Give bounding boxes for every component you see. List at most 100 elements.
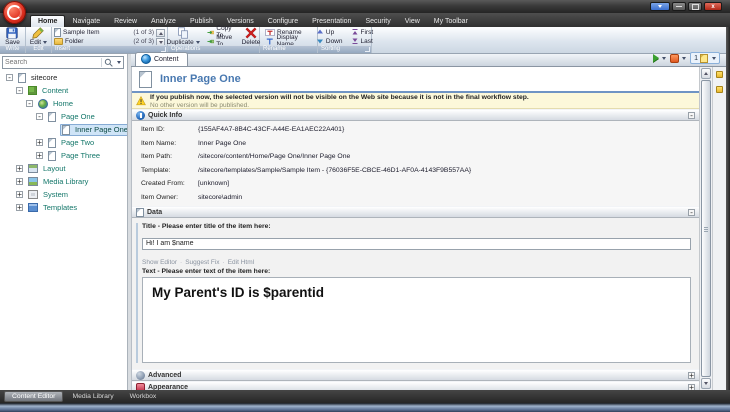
sort-first-button[interactable]: First	[349, 28, 376, 37]
ribbon-tab-my-toolbar[interactable]: My Toolbar	[427, 16, 475, 27]
tree-item-page-three[interactable]: + Page Three	[0, 149, 127, 162]
designer-button[interactable]	[670, 53, 687, 63]
ribbon: Save Write Edit Edit Sample Item (1 of 3…	[0, 25, 730, 54]
ribbon-tab-review[interactable]: Review	[107, 16, 144, 27]
warning-line2: No other version will be published.	[150, 102, 249, 109]
maximize-button[interactable]	[688, 2, 702, 11]
tree-expander[interactable]: +	[16, 191, 23, 199]
document-icon	[48, 150, 56, 161]
ribbon-tab-security[interactable]: Security	[358, 16, 397, 27]
tree-expander[interactable]: +	[16, 178, 23, 186]
statusbar-tab-workbox[interactable]: Workbox	[123, 392, 164, 401]
validation-marker-yellow[interactable]	[716, 86, 723, 93]
section-quick-info[interactable]: Quick Info -	[132, 109, 699, 121]
field-value: {155AF4A7-8B4C-43CF-A44E-EA1AEC22A401}	[198, 126, 345, 134]
ribbon-group-label-edit: Edit	[26, 45, 51, 53]
info-icon	[136, 110, 145, 120]
system-gear-icon	[28, 190, 38, 199]
editor-links: Show Editor · Suggest Fix · Edit Html	[142, 259, 691, 266]
content-tab[interactable]: Content	[135, 52, 188, 66]
close-icon: x	[711, 3, 715, 10]
tree-item-system[interactable]: + System	[0, 188, 127, 201]
ribbon-tab-configure[interactable]: Configure	[261, 16, 305, 27]
insert-folder-count: (2 of 3)	[133, 37, 154, 45]
section-expand-button[interactable]: +	[688, 371, 695, 379]
statusbar-tab-content-editor[interactable]: Content Editor	[4, 391, 64, 402]
statusbar-tab-media-library[interactable]: Media Library	[65, 392, 120, 401]
pencil-icon	[32, 27, 45, 39]
sort-last-label: Last	[360, 37, 373, 45]
duplicate-icon	[178, 27, 189, 39]
search-options-chevron-icon[interactable]	[117, 61, 121, 64]
validation-marker-yellow[interactable]	[716, 71, 723, 78]
search-input[interactable]	[3, 59, 101, 66]
insert-sample-item-button[interactable]: Sample Item (1 of 3)	[52, 27, 156, 37]
rich-text-editor[interactable]: My Parent's ID is $parentid	[142, 277, 691, 363]
quick-info-row: Template: /sitecore/templates/Sample/Samp…	[132, 164, 699, 178]
ribbon-group-write: Save Write	[0, 27, 26, 53]
ribbon-tab-analyze[interactable]: Analyze	[144, 16, 183, 27]
tree-item-content[interactable]: - Content	[0, 84, 127, 97]
save-button[interactable]: Save	[3, 27, 22, 46]
duplicate-button[interactable]: Duplicate	[165, 27, 202, 46]
document-icon	[48, 137, 56, 148]
scrollbar-thumb[interactable]	[701, 80, 711, 377]
tree-item-sitecore[interactable]: - sitecore	[0, 71, 127, 84]
tree-expander[interactable]: -	[26, 100, 33, 108]
warning-icon	[136, 96, 146, 106]
tree-expander[interactable]: +	[16, 204, 23, 212]
edit-button[interactable]: Edit	[28, 27, 49, 46]
ribbon-tab-navigate[interactable]: Navigate	[65, 16, 107, 27]
section-advanced[interactable]: Advanced +	[132, 369, 699, 381]
tree-item-page-two[interactable]: + Page Two	[0, 136, 127, 149]
suggest-fix-link[interactable]: Suggest Fix	[185, 259, 219, 266]
section-collapse-button[interactable]: -	[688, 111, 695, 119]
tree-item-label: Templates	[43, 203, 78, 212]
chevron-down-icon	[682, 56, 687, 60]
tree-expander[interactable]: +	[36, 139, 43, 147]
ribbon-tab-publish[interactable]: Publish	[183, 16, 220, 27]
statusbar: Content Editor Media Library Workbox	[0, 390, 730, 403]
minimize-button[interactable]	[672, 2, 686, 11]
ribbon-group-operations: Duplicate Copy To Move To Delete Operati…	[165, 25, 263, 53]
dialog-launcher-icon[interactable]	[365, 47, 370, 52]
tree-item-inner-page-one[interactable]: Inner Page One	[0, 123, 127, 136]
tree-item-page-one[interactable]: - Page One	[0, 110, 127, 123]
ribbon-tab-presentation[interactable]: Presentation	[305, 16, 358, 27]
delete-button[interactable]: Delete	[240, 27, 263, 46]
tree-item-label: Inner Page One	[75, 125, 127, 134]
tree-expander[interactable]: -	[6, 74, 13, 82]
tree-item-label: Page Three	[61, 151, 101, 160]
insert-scroll-up-button[interactable]	[156, 29, 165, 37]
tree-item-media-library[interactable]: + Media Library	[0, 175, 127, 188]
section-appearance[interactable]: Appearance +	[132, 381, 699, 390]
section-data[interactable]: Data -	[132, 206, 699, 218]
ribbon-tab-home[interactable]: Home	[30, 15, 66, 27]
chevron-down-icon	[662, 56, 667, 60]
tree-item-home[interactable]: - Home	[0, 97, 127, 110]
scroll-down-button[interactable]	[701, 378, 711, 389]
profile-button[interactable]: 1	[690, 52, 720, 64]
sort-up-button[interactable]: Up	[314, 28, 345, 37]
tree-item-templates[interactable]: + Templates	[0, 201, 127, 214]
tree-expander[interactable]: -	[16, 87, 23, 95]
vertical-scrollbar[interactable]	[699, 67, 712, 390]
tree-expander[interactable]: +	[36, 152, 43, 160]
close-button[interactable]: x	[704, 2, 722, 11]
preview-button[interactable]	[653, 54, 667, 62]
ribbon-tab-view[interactable]: View	[398, 16, 427, 27]
edit-html-link[interactable]: Edit Html	[228, 259, 254, 266]
title-field-input[interactable]	[142, 237, 691, 250]
sitecore-logo[interactable]	[3, 1, 26, 24]
scroll-up-button[interactable]	[701, 68, 711, 79]
window-menu-button[interactable]	[650, 2, 670, 11]
tree-expander[interactable]: +	[16, 165, 23, 173]
data-page-icon	[136, 207, 144, 217]
section-collapse-button[interactable]: -	[688, 208, 695, 216]
show-editor-link[interactable]: Show Editor	[142, 259, 177, 266]
data-body: Title - Please enter title of the item h…	[132, 218, 699, 369]
search-icon[interactable]	[104, 58, 113, 67]
copy-to-icon	[207, 30, 215, 34]
tree-item-layout[interactable]: + Layout	[0, 162, 127, 175]
tree-expander[interactable]: -	[36, 113, 43, 121]
